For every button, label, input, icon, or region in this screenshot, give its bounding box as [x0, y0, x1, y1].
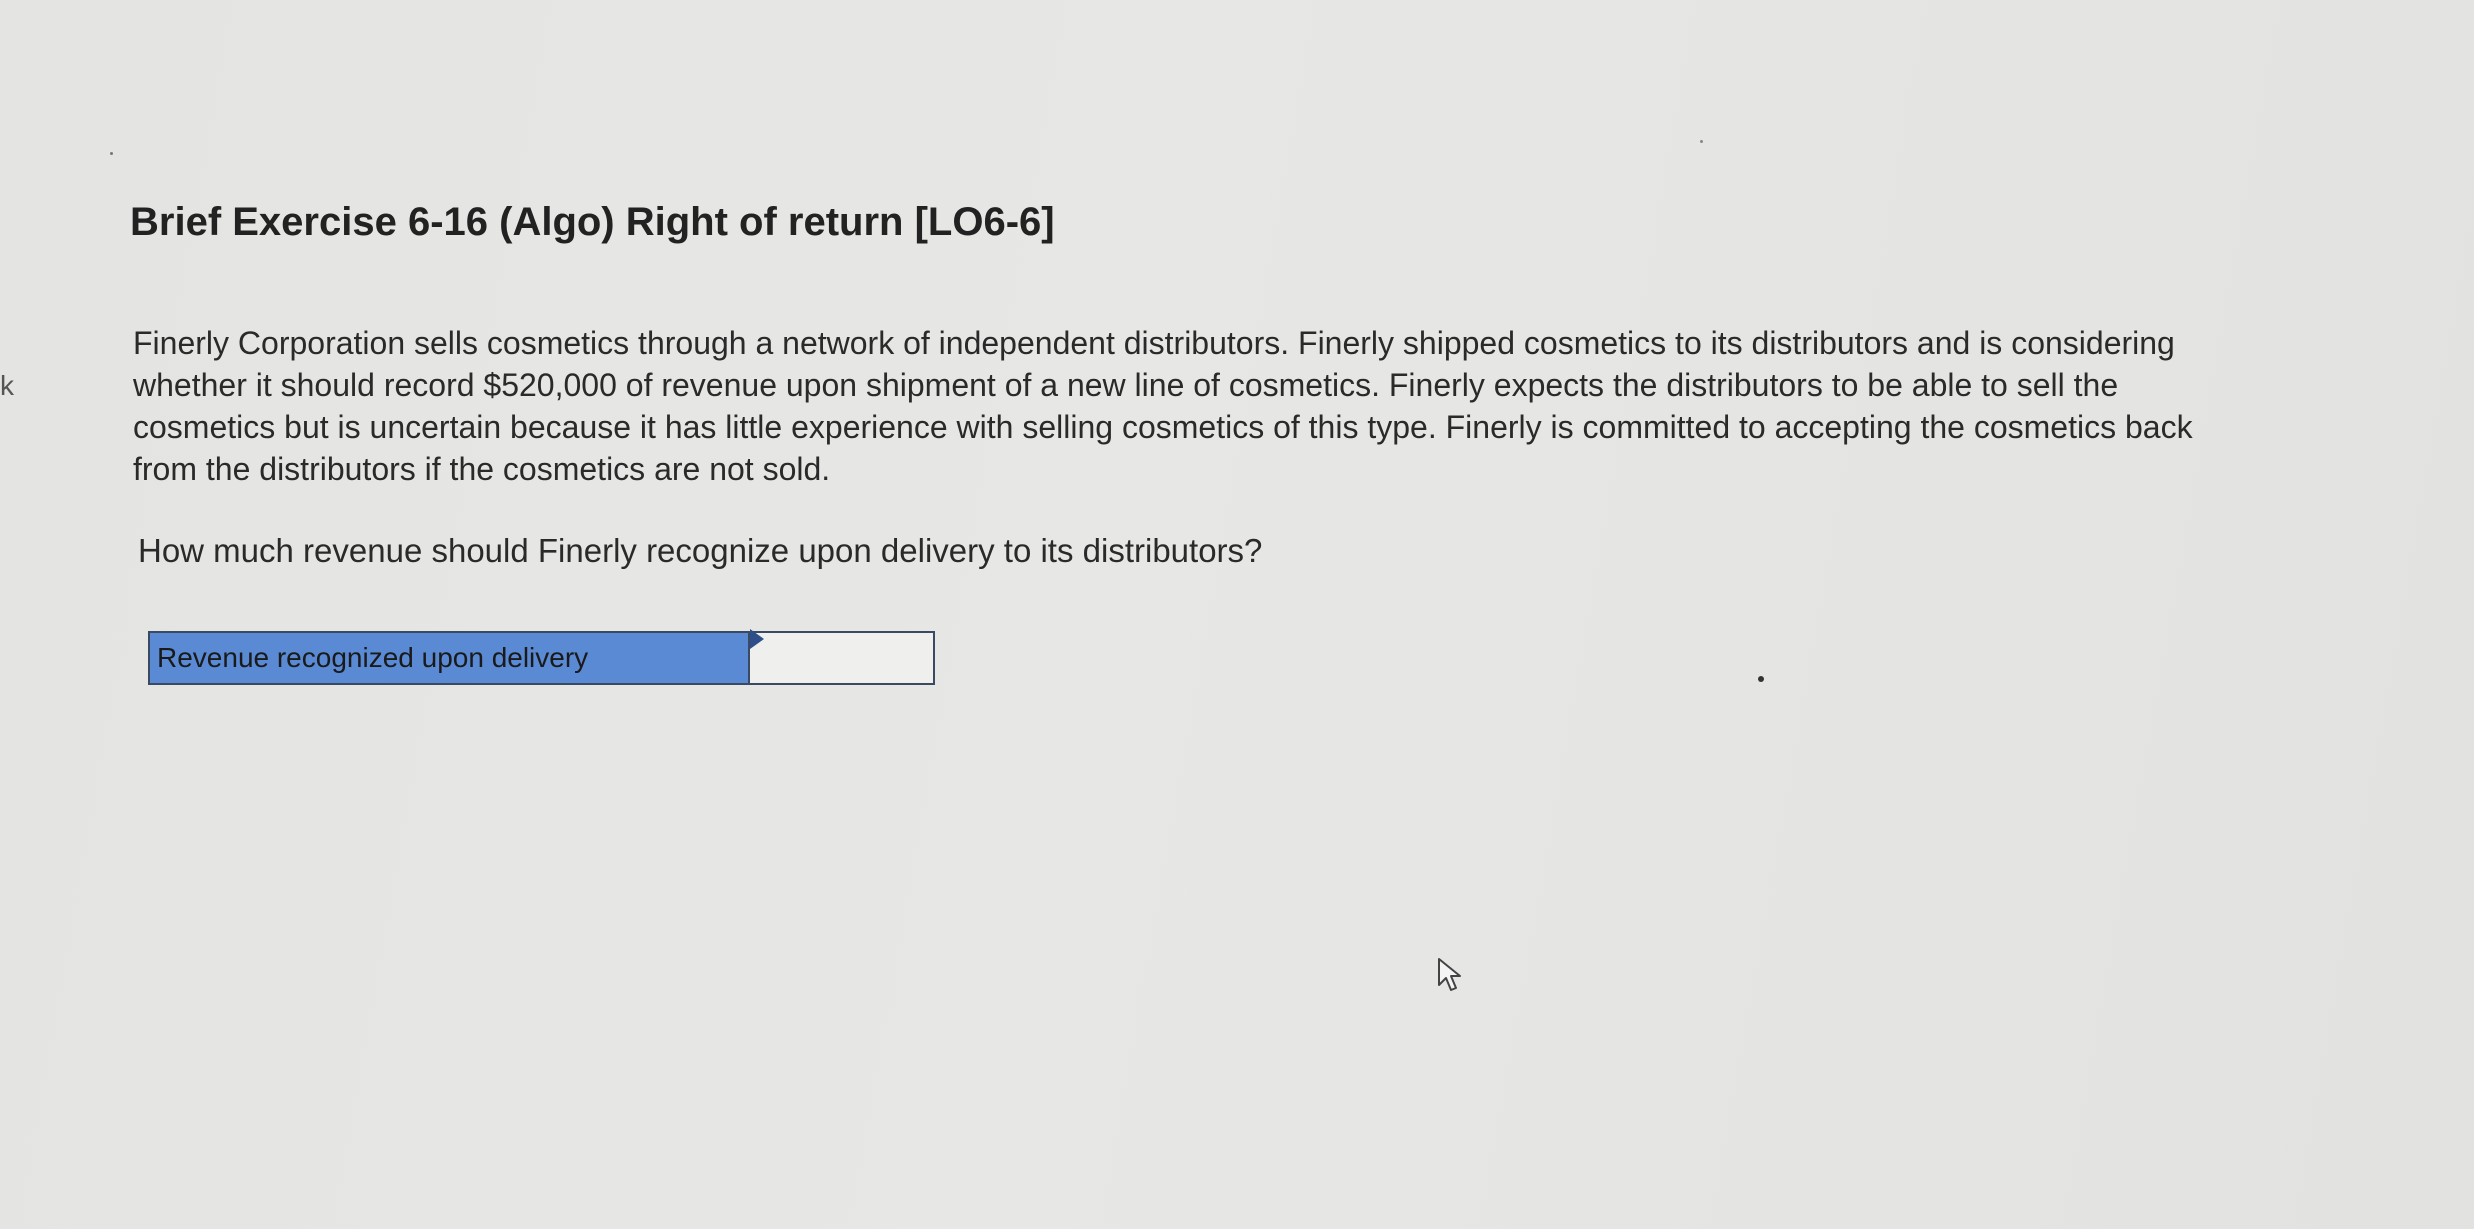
exercise-title: Brief Exercise 6-16 (Algo) Right of retu… [130, 200, 1055, 244]
screen-speck [1758, 676, 1764, 682]
answer-cell-flag-icon [750, 629, 764, 649]
revenue-answer-input[interactable] [750, 633, 933, 683]
screen-speck [110, 152, 113, 155]
answer-table-row: Revenue recognized upon delivery [148, 629, 935, 685]
screen-speck [1700, 140, 1703, 143]
exercise-description: Finerly Corporation sells cosmetics thro… [133, 325, 2193, 487]
revenue-recognized-label: Revenue recognized upon delivery [150, 633, 750, 683]
sidebar-edge-letter: k [0, 370, 14, 401]
revenue-answer-cell[interactable] [750, 629, 933, 683]
mouse-pointer-icon [1438, 958, 1461, 991]
exercise-question: How much revenue should Finerly recogniz… [138, 532, 1263, 569]
